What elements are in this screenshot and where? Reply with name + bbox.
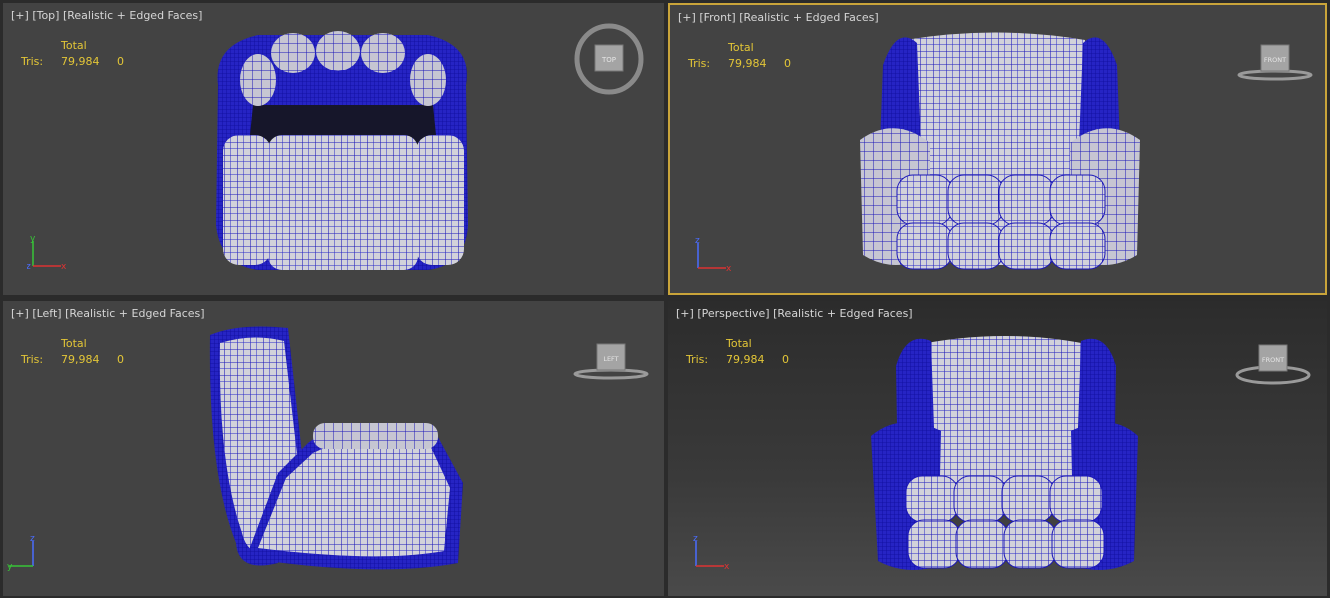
svg-text:z: z xyxy=(30,534,35,544)
stats-tris-total: 79,984 xyxy=(61,353,100,366)
viewport-view-name[interactable]: [Top] xyxy=(32,9,59,22)
viewport-label[interactable]: [+] [Left] [Realistic + Edged Faces] xyxy=(11,307,205,320)
viewport-shading-mode[interactable]: [Realistic + Edged Faces] xyxy=(65,307,204,320)
stats-tris-selected: 0 xyxy=(117,55,124,68)
viewcube-face-label: LEFT xyxy=(603,355,618,363)
stats-tris-selected: 0 xyxy=(782,353,789,366)
viewport-front[interactable]: [+] [Front] [Realistic + Edged Faces] To… xyxy=(668,3,1327,295)
viewcube-icon[interactable]: FRONT xyxy=(1233,339,1313,389)
viewcube-icon[interactable]: TOP xyxy=(571,23,649,95)
axis-tripod-icon: z x xyxy=(693,534,730,572)
svg-text:y: y xyxy=(30,234,36,244)
stats-tris-label: Tris: xyxy=(21,55,44,68)
viewport-label[interactable]: [+] [Front] [Realistic + Edged Faces] xyxy=(678,11,879,24)
viewport-menu-plus[interactable]: [+] xyxy=(678,11,696,24)
stats-tris-total: 79,984 xyxy=(728,57,767,70)
viewport-menu-plus[interactable]: [+] xyxy=(676,307,694,320)
armchair-mesh xyxy=(216,31,468,270)
viewport-view-name[interactable]: [Left] xyxy=(32,307,61,320)
viewport-label[interactable]: [+] [Perspective] [Realistic + Edged Fac… xyxy=(676,307,913,320)
viewcube-icon[interactable]: FRONT xyxy=(1235,40,1315,85)
armchair-mesh xyxy=(209,326,463,570)
viewcube-face-label: FRONT xyxy=(1262,356,1284,364)
viewport-shading-mode[interactable]: [Realistic + Edged Faces] xyxy=(63,9,202,22)
axis-tripod-icon: y z x xyxy=(27,234,67,272)
stats-tris-label: Tris: xyxy=(21,353,44,366)
viewport-left[interactable]: [+] [Left] [Realistic + Edged Faces] Tot… xyxy=(3,301,664,596)
viewcube-face-label: FRONT xyxy=(1264,56,1286,64)
svg-text:x: x xyxy=(61,262,67,272)
stats-tris-selected: 0 xyxy=(784,57,791,70)
stats-header: Total xyxy=(728,41,754,54)
viewport-grid: [+] [Top] [Realistic + Edged Faces] Tota… xyxy=(0,0,1330,598)
stats-header: Total xyxy=(726,337,752,350)
viewport-view-name[interactable]: [Front] xyxy=(699,11,735,24)
axis-tripod-icon: z x xyxy=(695,236,732,274)
svg-text:x: x xyxy=(726,264,732,274)
viewport-label[interactable]: [+] [Top] [Realistic + Edged Faces] xyxy=(11,9,202,22)
viewcube-icon[interactable]: LEFT xyxy=(571,339,651,384)
stats-tris-selected: 0 xyxy=(117,353,124,366)
stats-header: Total xyxy=(61,337,87,350)
viewport-menu-plus[interactable]: [+] xyxy=(11,9,29,22)
stats-tris-label: Tris: xyxy=(686,353,709,366)
viewport-view-name[interactable]: [Perspective] xyxy=(697,307,769,320)
armchair-mesh xyxy=(860,32,1140,270)
svg-text:z: z xyxy=(693,534,698,544)
svg-text:z: z xyxy=(695,236,700,246)
viewport-shading-mode[interactable]: [Realistic + Edged Faces] xyxy=(773,307,912,320)
stats-header: Total xyxy=(61,39,87,52)
stats-tris-total: 79,984 xyxy=(726,353,765,366)
svg-text:x: x xyxy=(724,562,730,572)
viewport-perspective[interactable]: [+] [Perspective] [Realistic + Edged Fac… xyxy=(668,301,1327,596)
svg-text:y: y xyxy=(7,562,13,572)
viewport-menu-plus[interactable]: [+] xyxy=(11,307,29,320)
axis-tripod-icon: z y xyxy=(7,534,35,572)
viewport-top[interactable]: [+] [Top] [Realistic + Edged Faces] Tota… xyxy=(3,3,664,295)
viewcube-face-label: TOP xyxy=(601,56,616,64)
svg-text:z: z xyxy=(27,262,31,272)
armchair-mesh xyxy=(871,336,1138,570)
stats-tris-total: 79,984 xyxy=(61,55,100,68)
stats-tris-label: Tris: xyxy=(688,57,711,70)
viewport-shading-mode[interactable]: [Realistic + Edged Faces] xyxy=(739,11,878,24)
